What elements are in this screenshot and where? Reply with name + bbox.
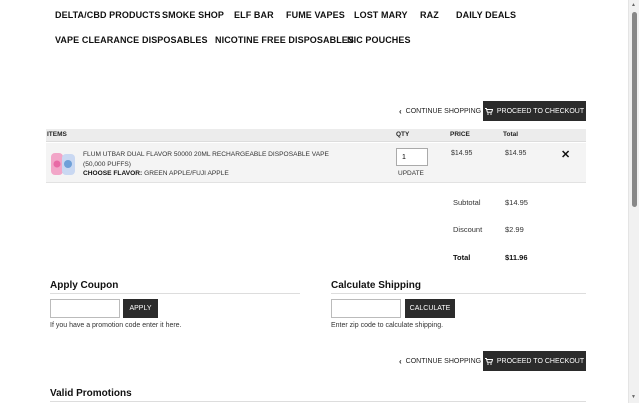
scroll-thumb[interactable]	[632, 12, 637, 207]
header-total: Total	[503, 131, 519, 138]
checkout-label: PROCEED TO CHECKOUT	[496, 107, 585, 115]
nav-daily-deals[interactable]: DAILY DEALS	[456, 10, 516, 20]
nav-fume-vapes[interactable]: FUME VAPES	[286, 10, 345, 20]
nav-raz[interactable]: RAZ	[420, 10, 439, 20]
remove-icon[interactable]: ✕	[561, 150, 570, 161]
checkout-button-bottom[interactable]: PROCEED TO CHECKOUT	[483, 351, 586, 371]
product-name[interactable]: FLUM UTBAR DUAL FLAVOR 50000 20ML RECHAR…	[83, 150, 353, 169]
header-qty: QTY	[396, 131, 410, 138]
cart-icon	[484, 357, 493, 365]
chevron-left-icon: ‹	[399, 107, 402, 116]
header-price: PRICE	[450, 131, 470, 138]
coupon-divider	[50, 293, 300, 294]
page-scrollbar[interactable]: ▲ ▼	[628, 0, 639, 403]
option-label: CHOOSE FLAVOR:	[83, 170, 143, 177]
coupon-help: If you have a promotion code enter it he…	[50, 322, 182, 329]
calculate-button[interactable]: CALCULATE	[405, 299, 455, 318]
discount-value: $2.99	[505, 225, 524, 234]
continue-shopping-label: CONTINUE SHOPPING	[405, 358, 482, 365]
shipping-divider	[331, 293, 586, 294]
item-total: $14.95	[505, 150, 527, 157]
nav-lost-mary[interactable]: LOST MARY	[354, 10, 408, 20]
product-thumbnail[interactable]	[49, 151, 79, 177]
update-link[interactable]: UPDATE	[398, 170, 424, 177]
quantity-input[interactable]	[396, 148, 428, 166]
zip-input[interactable]	[331, 299, 401, 318]
nav-disposables[interactable]: DISPOSABLES	[142, 35, 208, 45]
subtotal-label: Subtotal	[453, 198, 481, 207]
apply-button[interactable]: APPLY	[123, 299, 158, 318]
coupon-title: Apply Coupon	[50, 280, 119, 291]
nav-delta-cbd[interactable]: DELTA/CBD PRODUCTS	[55, 10, 160, 20]
coupon-input[interactable]	[50, 299, 120, 318]
continue-shopping-link-bottom[interactable]: ‹ CONTINUE SHOPPING	[399, 357, 481, 366]
continue-shopping-label: CONTINUE SHOPPING	[405, 108, 482, 115]
product-option: CHOOSE FLAVOR: GREEN APPLE/FUJI APPLE	[83, 170, 229, 177]
nav-vape-clearance[interactable]: VAPE CLEARANCE	[55, 35, 139, 45]
apply-label: APPLY	[129, 305, 152, 312]
calculate-label: CALCULATE	[409, 305, 451, 312]
shipping-help: Enter zip code to calculate shipping.	[331, 322, 444, 329]
option-value: GREEN APPLE/FUJI APPLE	[144, 170, 229, 177]
subtotal-value: $14.95	[505, 198, 528, 207]
scroll-down-icon[interactable]: ▼	[631, 394, 636, 400]
total-label: Total	[453, 253, 471, 262]
checkout-label: PROCEED TO CHECKOUT	[496, 357, 585, 365]
cart-table-header: ITEMS QTY PRICE Total	[46, 129, 586, 142]
shipping-title: Calculate Shipping	[331, 280, 422, 291]
promotions-title: Valid Promotions	[50, 388, 132, 399]
cart-icon	[484, 107, 493, 115]
header-items: ITEMS	[47, 131, 67, 138]
total-value: $11.96	[505, 253, 528, 262]
promotions-divider	[50, 401, 586, 402]
checkout-button-top[interactable]: PROCEED TO CHECKOUT	[483, 101, 586, 121]
discount-label: Discount	[453, 225, 483, 234]
item-price: $14.95	[451, 150, 473, 157]
nav-elf-bar[interactable]: ELF BAR	[234, 10, 274, 20]
nav-smoke-shop[interactable]: SMOKE SHOP	[162, 10, 224, 20]
nav-nicotine-free[interactable]: NICOTINE FREE DISPOSABLES	[215, 35, 354, 45]
scroll-up-icon[interactable]: ▲	[631, 2, 636, 8]
chevron-left-icon: ‹	[399, 357, 402, 366]
cart-row: FLUM UTBAR DUAL FLAVOR 50000 20ML RECHAR…	[46, 143, 586, 183]
continue-shopping-link-top[interactable]: ‹ CONTINUE SHOPPING	[399, 107, 481, 116]
nav-nic-pouches[interactable]: NIC POUCHES	[347, 35, 411, 45]
